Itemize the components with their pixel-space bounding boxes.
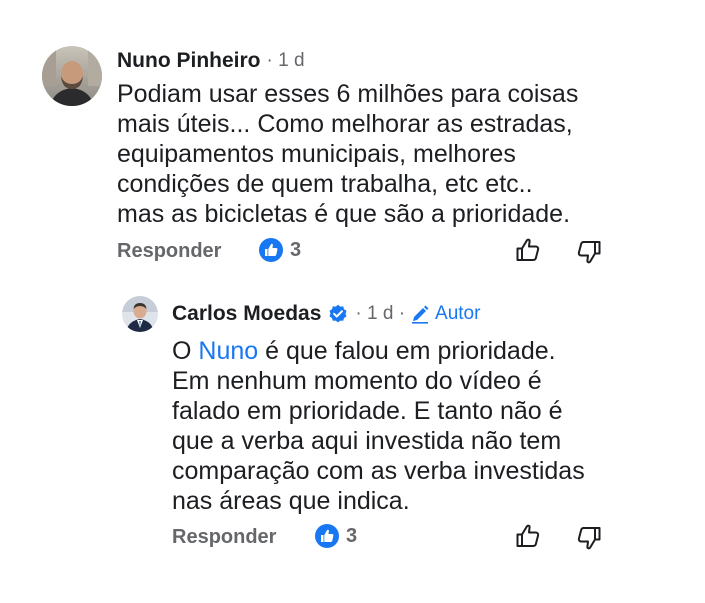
comment-line: que a verba aqui investida não tem (172, 427, 562, 455)
reply-button[interactable]: Responder (117, 240, 221, 263)
like-button[interactable] (514, 522, 542, 550)
comment-line: condições de quem trabalha, etc etc.. (117, 170, 533, 198)
comment-line: mais úteis... Como melhorar as estradas, (117, 110, 573, 138)
author-name[interactable]: Carlos Moedas (172, 302, 321, 326)
comment-line: falado em prioridade. E tanto não é (172, 397, 563, 425)
comment-body: O Nuno é que falou em prioridade. Em nen… (172, 336, 692, 516)
avatar-carlos-moedas[interactable] (122, 296, 158, 332)
thumbs-down-icon (577, 241, 601, 264)
thumbs-up-badge-icon (315, 524, 339, 548)
author-badge: Autor (435, 303, 481, 324)
comment-header: Nuno Pinheiro · 1 d (117, 48, 305, 74)
comment-line: equipamentos municipais, melhores (117, 140, 516, 168)
comment-body: Podiam usar esses 6 milhões para coisas … (117, 79, 677, 229)
comment-line: nas áreas que indica. (172, 487, 410, 515)
author-name[interactable]: Nuno Pinheiro (117, 49, 261, 73)
comment-line: Podiam usar esses 6 milhões para coisas (117, 80, 579, 108)
pencil-icon (410, 304, 430, 324)
mention-link[interactable]: Nuno (198, 337, 258, 365)
comment-text: é que falou em prioridade. (258, 337, 556, 365)
thumbs-up-badge-icon (259, 238, 283, 262)
reaction-summary[interactable]: 3 (315, 524, 357, 548)
thumbs-up-icon (516, 524, 540, 547)
thumbs-up-icon (516, 238, 540, 261)
comment-line: comparação com as verba investidas (172, 457, 585, 485)
comment-line: mas as bicicletas é que são a prioridade… (117, 200, 571, 228)
timestamp[interactable]: · 1 d (267, 50, 305, 72)
comment-text: O (172, 337, 199, 365)
avatar-nuno-pinheiro[interactable] (42, 46, 102, 106)
dislike-button[interactable] (575, 238, 603, 266)
thumbs-down-icon (577, 527, 601, 550)
reply-button[interactable]: Responder (172, 526, 276, 549)
comment-header: Carlos Moedas · 1 d · Autor (172, 301, 480, 327)
reaction-summary[interactable]: 3 (259, 238, 301, 262)
like-button[interactable] (514, 236, 542, 264)
comment-line: O Nuno é que falou em prioridade. (172, 336, 692, 366)
dislike-button[interactable] (575, 524, 603, 552)
timestamp[interactable]: · 1 d · (355, 303, 405, 325)
verified-badge-icon (328, 304, 348, 324)
like-count: 3 (290, 238, 302, 261)
like-count: 3 (346, 524, 358, 547)
comment-line: Em nenhum momento do vídeo é (172, 367, 542, 395)
